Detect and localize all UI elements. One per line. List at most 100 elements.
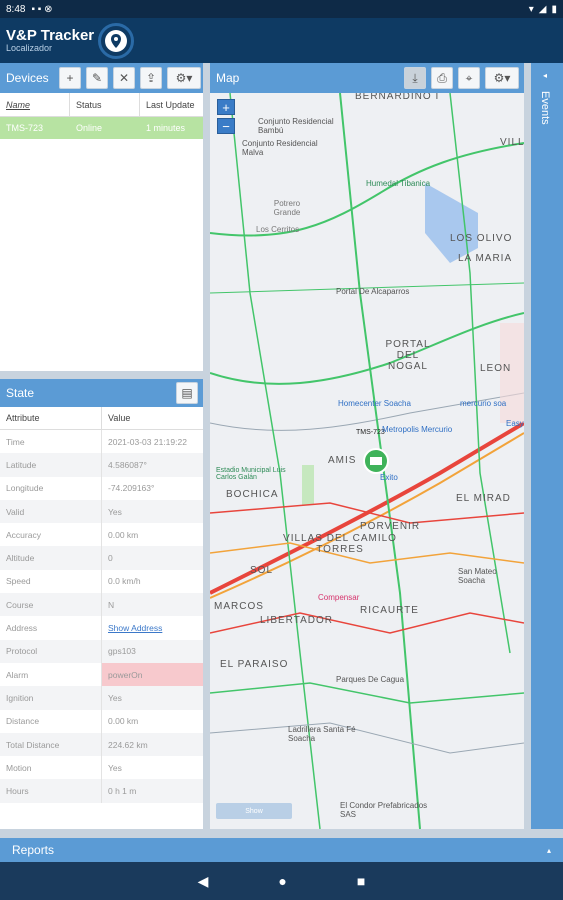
column-attribute[interactable]: Attribute — [0, 407, 102, 429]
map-title: Map — [216, 71, 240, 85]
table-row: Longitude -74.209163° — [0, 476, 203, 500]
state-header: State ▤ — [0, 379, 203, 407]
locate-icon[interactable]: ⌖ — [458, 67, 480, 89]
settings-menu-icon[interactable]: ⚙▾ — [167, 67, 201, 89]
attribute-name: Distance — [0, 709, 102, 733]
table-row: Hours 0 h 1 m — [0, 779, 203, 803]
show-address-link[interactable]: Show Address — [102, 616, 203, 639]
horizontal-splitter[interactable] — [0, 371, 203, 379]
table-row: Valid Yes — [0, 499, 203, 524]
map-show-label: Show — [245, 807, 263, 815]
devices-header: Devices + ✎ ✕ ⇪ ⚙▾ — [0, 63, 203, 93]
attribute-name: Valid — [0, 499, 102, 524]
devices-panel: Devices + ✎ ✕ ⇪ ⚙▾ Name Status Last Upda… — [0, 63, 203, 371]
reports-bar[interactable]: Reports ▴ — [0, 838, 563, 862]
zoom-in-button[interactable]: + — [217, 99, 235, 115]
collapse-left-icon[interactable]: ◂ — [543, 71, 547, 80]
attribute-value: 0 — [108, 553, 113, 564]
attribute-name: Latitude — [0, 453, 102, 477]
map-settings-menu-icon[interactable]: ⚙▾ — [485, 67, 519, 89]
attribute-name: Course — [0, 593, 102, 617]
attribute-value: -74.209163° — [108, 483, 155, 494]
back-icon[interactable]: ◀ — [198, 873, 209, 890]
table-row: Latitude 4.586087° — [0, 453, 203, 477]
attribute-name: Address — [0, 616, 102, 640]
map-label-el-mirador: EL MIRAD — [456, 493, 511, 504]
map-label-bochica: BOCHICA — [226, 489, 279, 500]
table-row: Speed 0.0 km/h — [0, 569, 203, 594]
table-row: Ignition Yes — [0, 686, 203, 710]
map-label-cerritos: Los Cerritos — [256, 225, 300, 234]
map-label-amis: AMIS — [328, 455, 357, 466]
vertical-splitter[interactable] — [203, 63, 210, 829]
map-label-bernardino: BERNARDINO I — [355, 93, 440, 102]
attribute-value: 0.0 km/h — [108, 576, 141, 587]
reports-label: Reports — [12, 843, 55, 857]
events-panel[interactable]: ◂ Events — [531, 63, 563, 829]
map-roads — [210, 93, 524, 829]
map-label-easy: Easy — [506, 419, 524, 428]
attribute-name: Longitude — [0, 476, 102, 500]
table-view-icon[interactable]: ▤ — [176, 382, 198, 404]
remove-icon[interactable]: ✕ — [113, 67, 135, 89]
map-label-parques-cagua: Parques De Cagua — [336, 675, 405, 684]
map-label-potrero: Potrero Grande — [273, 199, 301, 217]
bottom-splitter[interactable] — [0, 829, 563, 838]
recents-icon[interactable]: ■ — [357, 873, 365, 889]
attribute-name: Accuracy — [0, 523, 102, 547]
devices-table-header: Name Status Last Update — [0, 93, 203, 117]
state-title: State — [6, 386, 35, 400]
table-row[interactable]: TMS-723 Online 1 minutes — [0, 117, 203, 139]
vehicle-label: TMS-723 — [356, 429, 385, 436]
map-label-portal: Portal De Alcaparros — [336, 287, 410, 296]
print-icon[interactable]: ⎙ — [431, 67, 453, 89]
attribute-name: Protocol — [0, 639, 102, 663]
attribute-value: 0.00 km — [108, 529, 139, 540]
map-label-la-maria: LA MARIA — [458, 253, 513, 264]
location-pin-logo-icon — [98, 22, 135, 59]
upload-icon[interactable]: ⇪ — [140, 67, 162, 89]
table-row: Total Distance 224.62 km — [0, 732, 203, 757]
status-time: 8:48 — [6, 3, 26, 15]
attribute-name: Motion — [0, 756, 102, 780]
column-name[interactable]: Name — [0, 93, 70, 116]
home-icon[interactable]: ● — [278, 873, 286, 889]
map-label-exito: Exito — [380, 473, 398, 482]
right-splitter[interactable] — [524, 63, 531, 829]
map-header: Map ⤓ ⎙ ⌖ ⚙▾ — [210, 63, 524, 93]
events-label: Events — [539, 91, 551, 125]
edit-icon[interactable]: ✎ — [86, 67, 108, 89]
devices-title: Devices — [6, 71, 49, 85]
map-canvas[interactable]: + − TMS-723 BERNARDINO I Conjunto Reside… — [210, 93, 524, 829]
device-name: TMS-723 — [6, 123, 44, 133]
attribute-value: 4.586087° — [108, 459, 147, 470]
map-show-button[interactable]: Show — [216, 803, 292, 819]
attribute-name: Altitude — [0, 546, 102, 570]
attribute-value: Yes — [108, 762, 122, 773]
table-row: Distance 0.00 km — [0, 709, 203, 733]
follow-icon[interactable]: ⤓ — [404, 67, 426, 89]
map-label-libertador: LIBERTADOR — [260, 615, 333, 626]
map-label-compensar: Compensar — [318, 593, 360, 602]
map-label-humedal: Humedal Tibanica — [366, 179, 431, 188]
attribute-value: 0 h 1 m — [108, 786, 137, 797]
expand-up-icon[interactable]: ▴ — [547, 846, 551, 855]
column-last-update[interactable]: Last Update — [140, 93, 203, 116]
map-label-mercurio: mercurio soa — [460, 399, 507, 408]
attribute-name: Hours — [0, 779, 102, 803]
map-label-sol: SOL — [250, 565, 274, 576]
attribute-name: Alarm — [0, 662, 102, 687]
add-icon[interactable]: + — [59, 67, 81, 89]
zoom-out-button[interactable]: − — [217, 118, 235, 134]
table-row: Address Show Address — [0, 616, 203, 640]
map-label-ladrillera: Ladrillera Santa Fé Soacha — [288, 725, 356, 743]
column-value[interactable]: Value — [102, 413, 203, 423]
table-row: Time 2021-03-03 21:19:22 — [0, 430, 203, 454]
attribute-name: Ignition — [0, 686, 102, 710]
map-label-estadio: Estadio Municipal Luis Carlos Galán — [216, 467, 286, 481]
notification-icons: ▪ ▪ ⊗ — [31, 3, 53, 15]
map-label-malva: Conjunto Residencial Malva — [242, 139, 318, 157]
column-status[interactable]: Status — [70, 93, 140, 116]
app-bar: V&P Tracker Localizador — [0, 18, 563, 63]
map-label-los-olivos: LOS OLIVO — [450, 233, 513, 244]
